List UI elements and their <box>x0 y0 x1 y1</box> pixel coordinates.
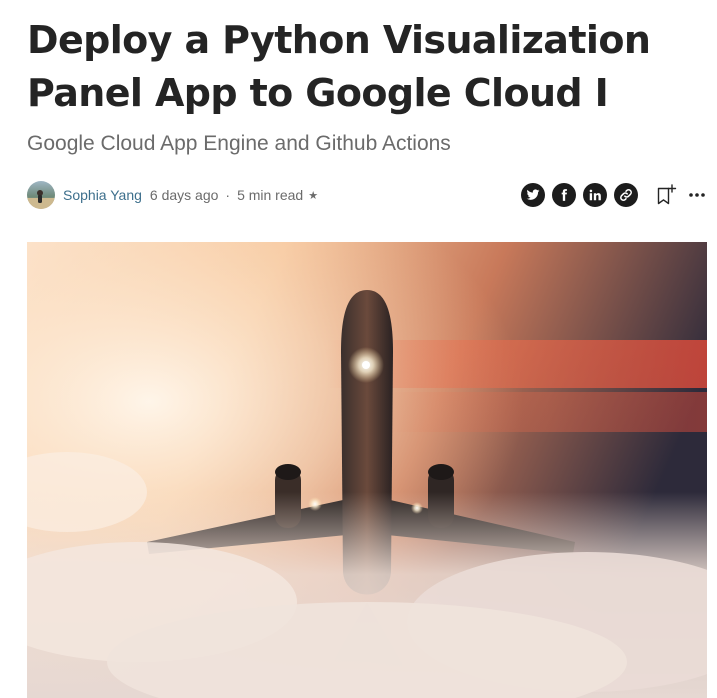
save-bookmark-button[interactable] <box>655 183 677 207</box>
share-actions <box>521 183 707 207</box>
bookmark-add-icon <box>657 184 677 205</box>
more-options-button[interactable] <box>687 183 707 207</box>
twitter-icon <box>526 189 540 200</box>
publish-date: 6 days ago <box>149 187 219 203</box>
more-options-icon <box>689 193 705 197</box>
article-title: Deploy a Python Visualization Panel App … <box>27 18 651 115</box>
share-twitter-button[interactable] <box>521 183 545 207</box>
linkedin-icon <box>589 189 601 201</box>
byline: Sophia Yang 6 days ago · 5 min read ★ <box>27 180 707 210</box>
facebook-icon <box>561 189 567 201</box>
copy-link-button[interactable] <box>614 183 638 207</box>
member-only-star-icon: ★ <box>308 189 319 202</box>
read-time: 5 min read <box>237 187 304 203</box>
article-meta: 6 days ago · 5 min read ★ <box>150 187 318 203</box>
author-avatar[interactable] <box>27 181 55 209</box>
article-subtitle: Google Cloud App Engine and Github Actio… <box>27 132 451 155</box>
meta-separator: · <box>225 187 231 203</box>
share-facebook-button[interactable] <box>552 183 576 207</box>
link-icon <box>620 189 632 201</box>
hero-image <box>27 242 707 698</box>
airplane-hero-illustration <box>27 242 707 698</box>
author-name-link[interactable]: Sophia Yang <box>63 187 142 203</box>
share-linkedin-button[interactable] <box>583 183 607 207</box>
